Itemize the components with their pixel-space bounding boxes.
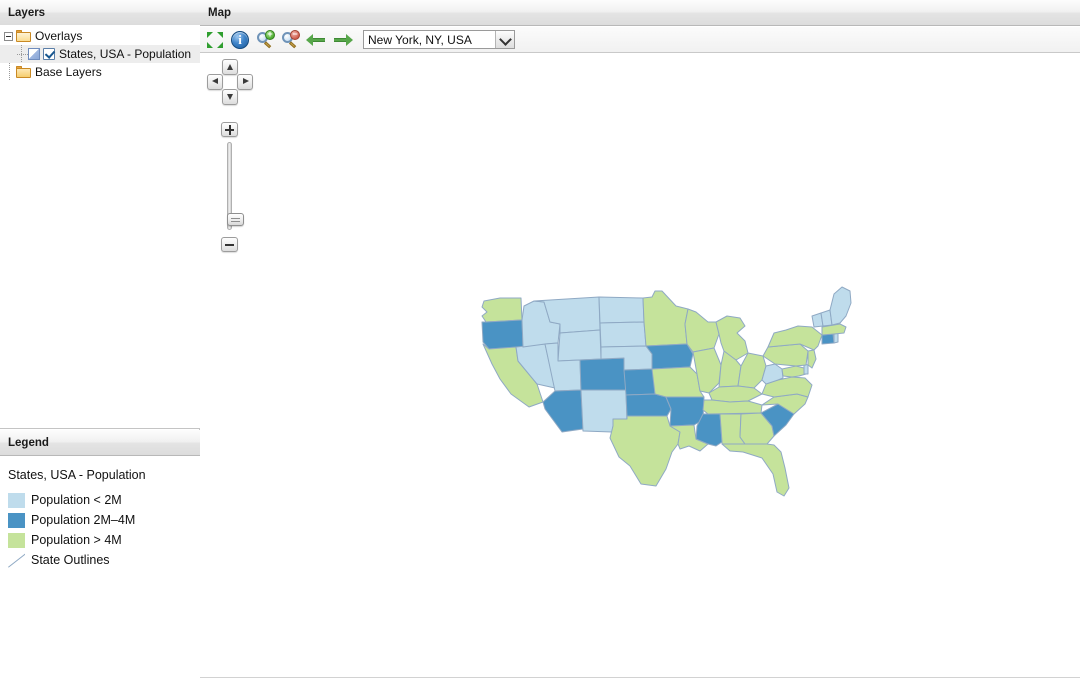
state-ME[interactable] xyxy=(829,286,852,326)
plus-icon[interactable] xyxy=(221,122,238,137)
tree-connector xyxy=(4,63,16,81)
state-WY[interactable] xyxy=(557,329,602,362)
tree-item-label: Overlays xyxy=(35,29,83,43)
state-ND[interactable] xyxy=(598,296,645,324)
layer-tree[interactable]: Overlays States, USA - Population Base L… xyxy=(0,25,200,429)
state-OK[interactable] xyxy=(625,393,672,417)
legend-panel-title: Legend xyxy=(8,436,49,449)
state-AZ[interactable] xyxy=(542,389,584,433)
tree-item-overlays[interactable]: Overlays xyxy=(0,27,200,45)
state-SD[interactable] xyxy=(599,321,647,348)
legend-item-label: Population > 4M xyxy=(31,533,122,547)
tree-item-label: Base Layers xyxy=(35,65,102,79)
state-CT[interactable] xyxy=(821,333,835,345)
map-panel-title: Map xyxy=(208,6,231,19)
legend-swatch-high xyxy=(8,532,25,548)
chevron-down-icon[interactable] xyxy=(495,31,514,48)
state-MI[interactable] xyxy=(715,315,749,361)
place-search-input[interactable]: New York, NY, USA xyxy=(364,31,495,48)
state-TN[interactable] xyxy=(702,399,763,415)
state-MN[interactable] xyxy=(642,290,689,347)
tree-connector xyxy=(16,45,28,63)
state-WI[interactable] xyxy=(684,308,720,353)
legend-panel-header: Legend xyxy=(0,430,200,456)
layers-panel-title: Layers xyxy=(8,6,46,19)
legend-swatch-mid xyxy=(8,512,25,528)
state-IA[interactable] xyxy=(645,343,694,370)
map-panel: Map + − New York, NY, USA xyxy=(200,0,1080,678)
map-canvas[interactable] xyxy=(200,54,1080,678)
legend-swatch-low xyxy=(8,492,25,508)
folder-open-icon xyxy=(16,30,31,42)
zoom-in-icon[interactable]: + xyxy=(256,29,275,49)
tree-item-base-layers[interactable]: Base Layers xyxy=(0,63,200,81)
legend-item: State Outlines xyxy=(8,550,200,570)
state-NJ[interactable] xyxy=(807,349,817,369)
pan-control[interactable] xyxy=(206,59,254,107)
state-MD[interactable] xyxy=(781,365,807,378)
legend-body: States, USA - Population Population < 2M… xyxy=(0,456,200,570)
state-WA[interactable] xyxy=(481,297,523,323)
state-RI[interactable] xyxy=(833,332,839,344)
zoom-slider-handle[interactable] xyxy=(227,213,244,226)
tree-item-states-usa-population[interactable]: States, USA - Population xyxy=(0,45,200,63)
pan-down-icon[interactable] xyxy=(222,89,238,105)
zoom-out-icon[interactable]: − xyxy=(281,29,300,49)
state-AR[interactable] xyxy=(665,396,705,427)
arrow-left-icon[interactable] xyxy=(306,31,326,49)
legend-layer-title: States, USA - Population xyxy=(8,468,146,482)
zoom-to-extent-icon[interactable] xyxy=(206,31,224,49)
legend-item: Population 2M–4M xyxy=(8,510,200,530)
legend-item: Population > 4M xyxy=(8,530,200,550)
state-KS[interactable] xyxy=(623,368,656,396)
pan-left-icon[interactable] xyxy=(207,74,223,90)
pan-up-icon[interactable] xyxy=(222,59,238,75)
plus-badge-icon: + xyxy=(265,29,275,40)
pan-right-icon[interactable] xyxy=(237,74,253,90)
collapse-toggle-icon[interactable] xyxy=(4,31,13,41)
tree-item-label: States, USA - Population xyxy=(59,47,192,61)
map-panel-header: Map xyxy=(200,0,1080,26)
state-FL[interactable] xyxy=(721,443,790,497)
gis-application: Layers + − Overlays xyxy=(0,0,1080,678)
legend-item-label: Population < 2M xyxy=(31,493,122,507)
folder-icon xyxy=(16,66,31,78)
legend-item-label: State Outlines xyxy=(31,553,110,567)
arrow-right-icon[interactable] xyxy=(333,31,353,49)
layers-panel: Layers + − Overlays xyxy=(0,0,200,429)
legend-item: Population < 2M xyxy=(8,490,200,510)
layers-panel-header: Layers xyxy=(0,0,200,26)
info-icon[interactable] xyxy=(231,30,249,49)
zoom-slider-track[interactable] xyxy=(227,142,244,230)
state-KY[interactable] xyxy=(708,385,763,403)
usa-choropleth-map[interactable] xyxy=(200,54,1080,678)
state-TX[interactable] xyxy=(609,415,681,487)
legend-panel: Legend States, USA - Population Populati… xyxy=(0,430,200,678)
state-OH[interactable] xyxy=(737,352,767,389)
zoom-slider-control[interactable] xyxy=(221,122,244,252)
map-toolbar: + − New York, NY, USA xyxy=(200,27,1080,53)
legend-swatch-outline xyxy=(8,553,25,568)
layer-icon xyxy=(28,48,40,60)
legend-item-label: Population 2M–4M xyxy=(31,513,136,527)
left-sidebar: Layers + − Overlays xyxy=(0,0,200,678)
minus-badge-icon: − xyxy=(290,29,300,40)
state-OR[interactable] xyxy=(481,319,524,350)
place-search-combobox[interactable]: New York, NY, USA xyxy=(363,30,515,49)
state-CO[interactable] xyxy=(579,357,627,393)
layer-visibility-checkbox[interactable] xyxy=(43,48,55,60)
minus-icon[interactable] xyxy=(221,237,238,252)
